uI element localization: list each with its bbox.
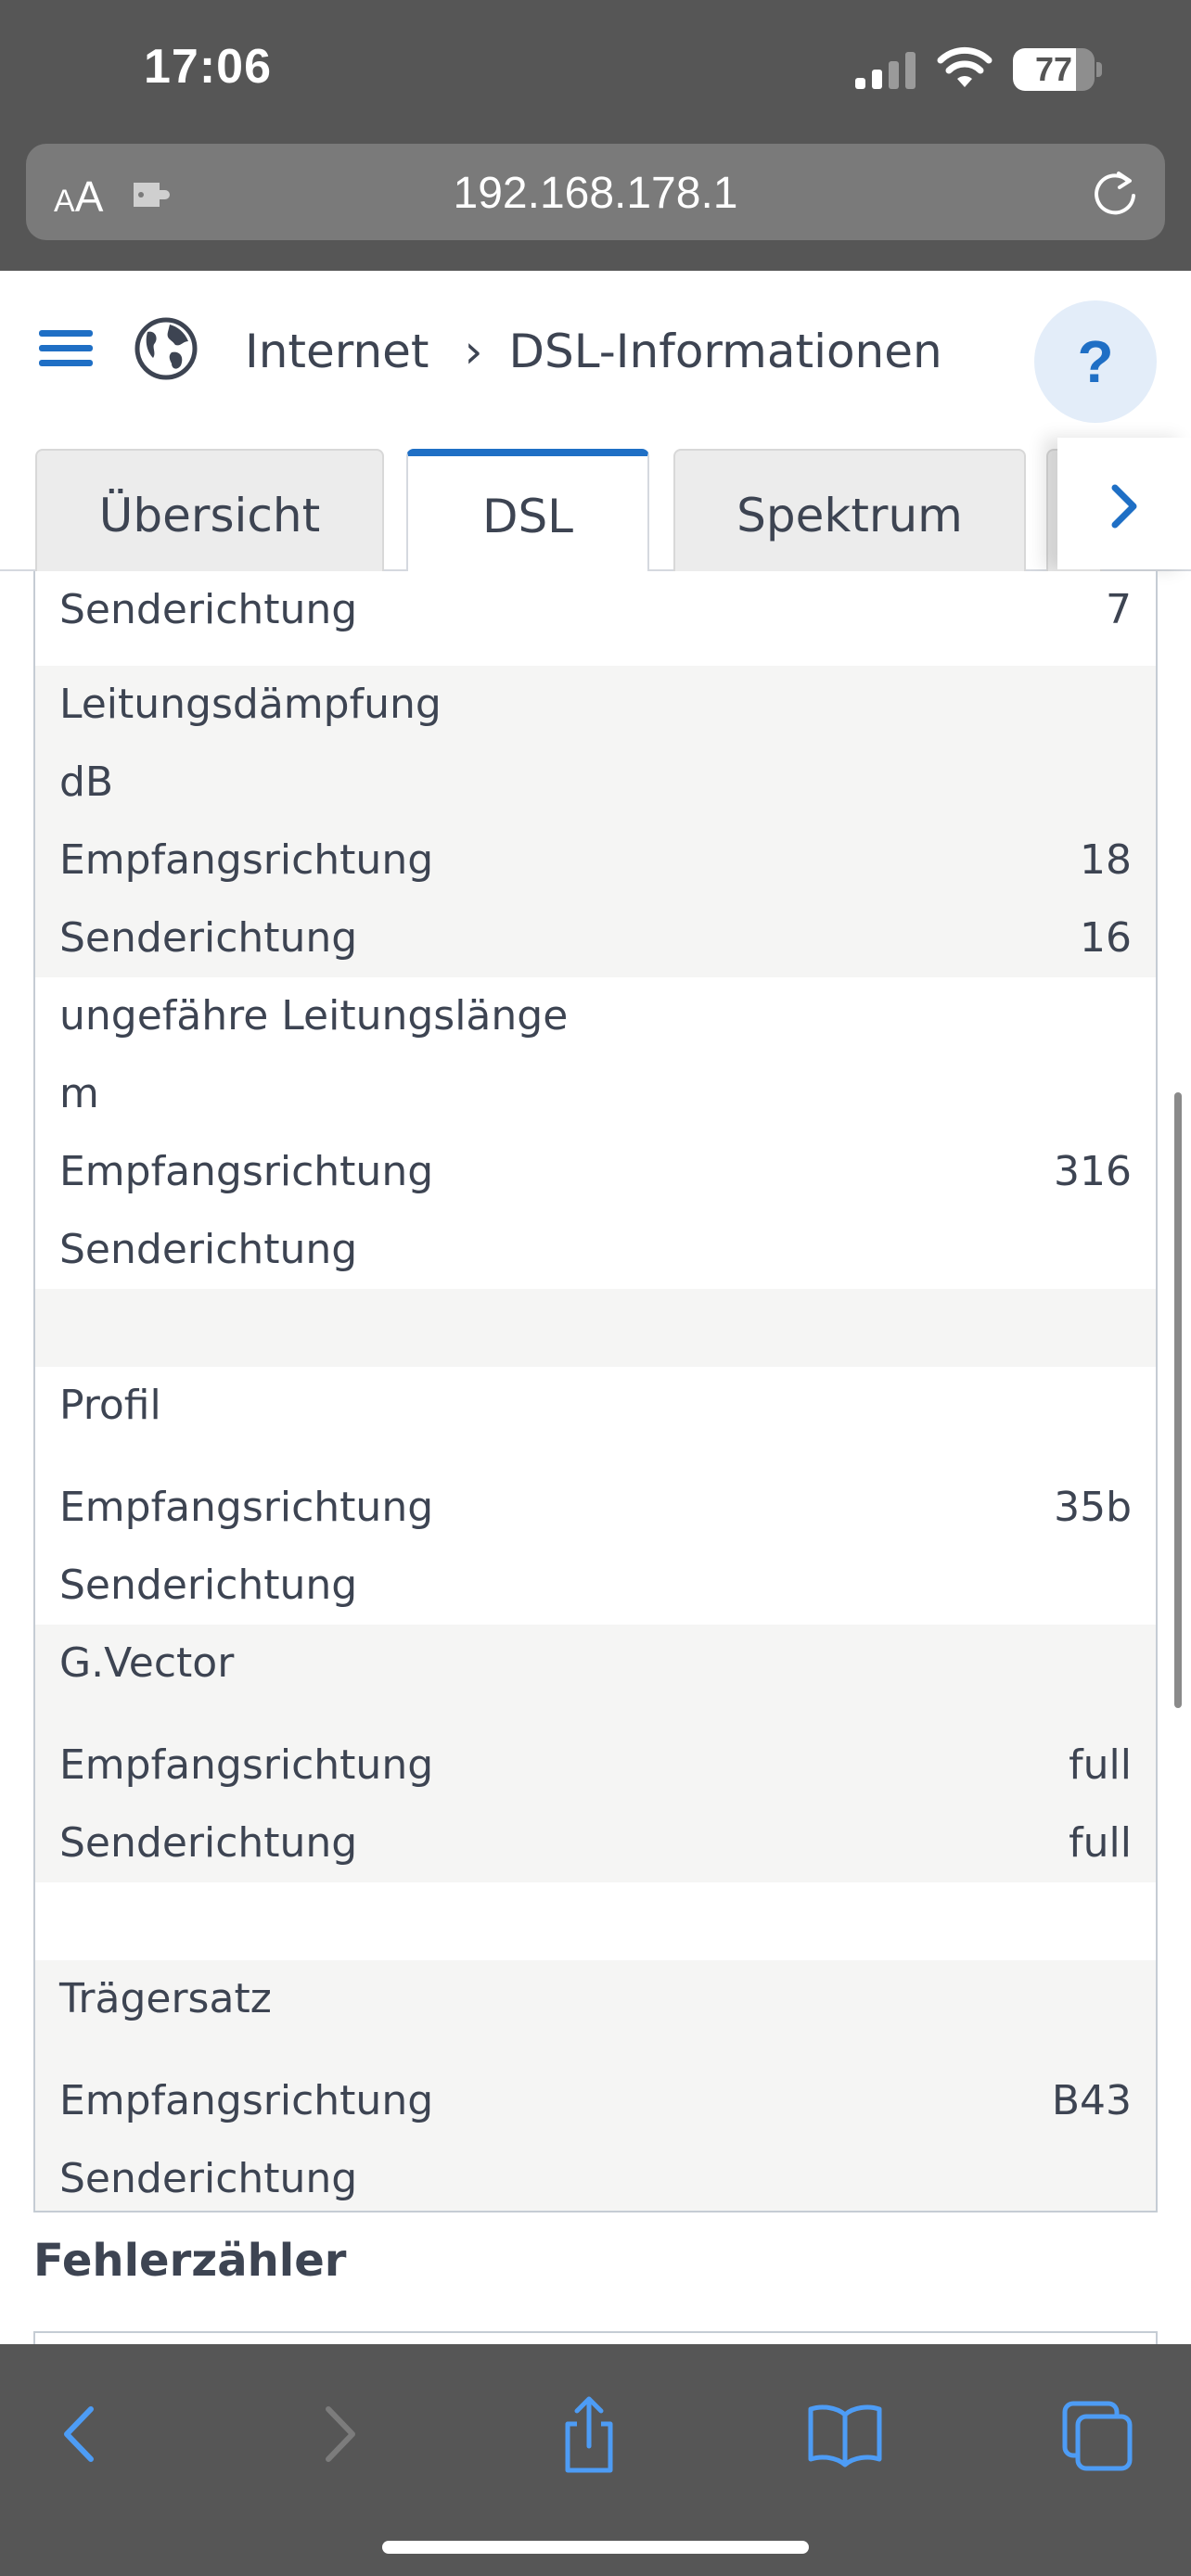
row-label: m (59, 1070, 99, 1117)
table-row: Senderichtung (35, 2140, 1156, 2211)
row-label: Senderichtung (59, 914, 358, 962)
chevron-right-icon (326, 2406, 355, 2462)
row-label: Empfangsrichtung (59, 836, 434, 884)
table-row: G.Vector (35, 1625, 1156, 1727)
section-title-fehlerzaehler: Fehlerzähler (33, 2235, 347, 2287)
dsl-info-table: Senderichtung 7 Leitungsdämpfung dB Empf… (33, 571, 1158, 2213)
tab-bar: Übersicht DSL Spektrum (0, 438, 1191, 573)
url-text[interactable]: 192.168.178.1 (26, 168, 1165, 219)
forward-button[interactable] (297, 2392, 380, 2476)
page-scrollbar[interactable] (1174, 1092, 1182, 1708)
row-label: Senderichtung (59, 1562, 358, 1609)
table-row: Senderichtung 16 (35, 899, 1156, 977)
row-label: Empfangsrichtung (59, 1484, 434, 1531)
globe-icon (134, 317, 198, 380)
row-label: Profil (59, 1382, 161, 1429)
clock: 17:06 (144, 40, 272, 94)
battery-indicator: 77 (1013, 48, 1104, 91)
table-row-spacer (35, 1882, 1156, 1960)
table-row: Trägersatz (35, 1960, 1156, 2062)
row-value: 316 (1054, 1148, 1132, 1195)
row-label: Empfangsrichtung (59, 2077, 434, 2124)
tab-uebersicht[interactable]: Übersicht (35, 449, 384, 571)
back-button[interactable] (39, 2392, 122, 2476)
status-bar: 17:06 77 (0, 0, 1191, 134)
menu-icon[interactable] (39, 328, 93, 369)
address-bar[interactable]: AA 192.168.178.1 (26, 144, 1165, 240)
row-value: B43 (1051, 2077, 1132, 2124)
table-row: m (35, 1055, 1156, 1133)
breadcrumb-internet[interactable]: Internet (245, 325, 429, 378)
tabs-overview-button[interactable] (1056, 2392, 1139, 2476)
help-button[interactable]: ? (1034, 300, 1157, 423)
cellular-signal-icon (855, 52, 916, 89)
row-label: Empfangsrichtung (59, 1741, 434, 1789)
row-label: Senderichtung (59, 586, 358, 633)
home-indicator (382, 2541, 809, 2554)
row-value: full (1069, 1819, 1132, 1867)
table-row: Profil (35, 1367, 1156, 1469)
row-value: 35b (1054, 1484, 1132, 1531)
table-row: Empfangsrichtung B43 (35, 2062, 1156, 2140)
app-header: Internet › DSL-Informationen ? (0, 271, 1191, 438)
table-row: Senderichtung full (35, 1804, 1156, 1882)
share-button[interactable] (547, 2392, 631, 2476)
table-row: Leitungsdämpfung (35, 666, 1156, 744)
browser-address-area: AA 192.168.178.1 (0, 134, 1191, 271)
table-row: Empfangsrichtung 35b (35, 1469, 1156, 1547)
browser-toolbar (0, 2344, 1191, 2576)
tab-scroll-next-button[interactable] (1057, 438, 1191, 569)
table-row: Senderichtung 7 (35, 571, 1156, 649)
row-label: dB (59, 759, 114, 806)
book-icon (808, 2404, 882, 2468)
row-label: G.Vector (59, 1639, 235, 1687)
table-row: Senderichtung (35, 1211, 1156, 1289)
tabs-icon (1062, 2401, 1133, 2471)
row-value: 18 (1080, 836, 1132, 884)
table-row-spacer (35, 1289, 1156, 1367)
row-value: full (1069, 1741, 1132, 1789)
row-label: Senderichtung (59, 2155, 358, 2202)
row-value: 7 (1106, 586, 1132, 633)
battery-level: 77 (1034, 50, 1073, 88)
table-row: Senderichtung (35, 1547, 1156, 1625)
table-row: Empfangsrichtung full (35, 1727, 1156, 1804)
row-label: Senderichtung (59, 1226, 358, 1273)
table-row: ungefähre Leitungslänge (35, 977, 1156, 1055)
breadcrumb-separator-icon: › (464, 325, 483, 378)
chevron-left-icon (64, 2406, 94, 2462)
reload-icon[interactable] (1091, 170, 1139, 218)
row-label: ungefähre Leitungslänge (59, 992, 569, 1039)
breadcrumb-dsl-informationen: DSL-Informationen (508, 325, 942, 378)
tab-dsl[interactable]: DSL (406, 449, 649, 573)
table-row: Empfangsrichtung 18 (35, 822, 1156, 899)
tab-spektrum[interactable]: Spektrum (673, 449, 1026, 571)
row-label: Senderichtung (59, 1819, 358, 1867)
row-label: Leitungsdämpfung (59, 681, 442, 728)
row-label: Empfangsrichtung (59, 1148, 434, 1195)
bookmarks-button[interactable] (803, 2392, 887, 2476)
wifi-icon (937, 46, 992, 87)
row-label: Trägersatz (59, 1975, 272, 2022)
table-row: Empfangsrichtung 316 (35, 1133, 1156, 1211)
chevron-right-icon (1111, 484, 1137, 529)
table-row: dB (35, 744, 1156, 822)
share-icon (565, 2396, 613, 2473)
row-value: 16 (1080, 914, 1132, 962)
breadcrumb: Internet › DSL-Informationen (245, 325, 942, 378)
